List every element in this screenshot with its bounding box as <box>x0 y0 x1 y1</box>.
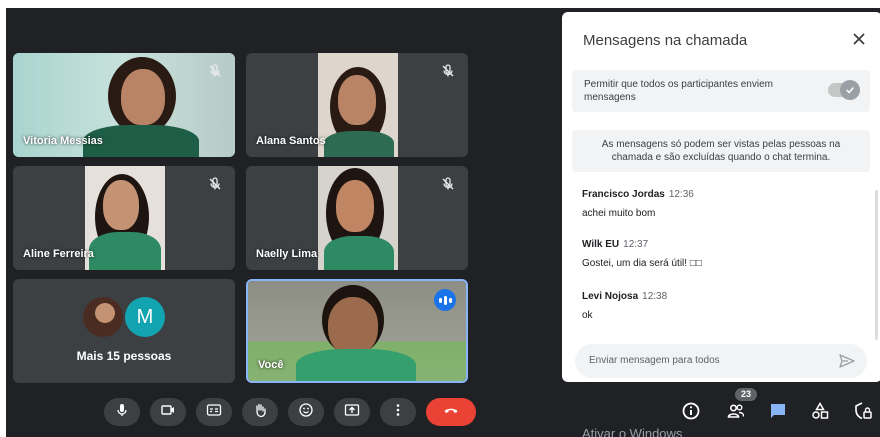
chat-scrollbar[interactable] <box>875 190 878 340</box>
message-text: Gostei, um dia será útil! □□ <box>582 258 702 269</box>
chat-input-placeholder: Enviar mensagem para todos <box>589 355 720 366</box>
captions-button[interactable] <box>196 398 232 426</box>
participant-video <box>318 166 398 270</box>
self-view-tile[interactable]: Você <box>246 279 468 383</box>
chat-message: Wilk EU 12:37 Gostei, um dia será útil! □… <box>582 234 852 269</box>
participant-tile-alana[interactable]: Alana Santos <box>246 53 468 157</box>
present-icon <box>344 402 360 423</box>
send-icon[interactable] <box>839 354 855 368</box>
close-icon[interactable] <box>850 30 868 48</box>
participant-video <box>85 166 165 270</box>
participant-name: Vitoria Messias <box>23 135 103 147</box>
chat-info-text: As mensagens só podem ser vistas pelas p… <box>601 139 841 163</box>
participant-tile-vitoria[interactable]: Vitoria Messias <box>13 53 235 157</box>
message-time: 12:36 <box>668 189 694 200</box>
mic-off-icon <box>207 176 223 192</box>
emoji-button[interactable] <box>288 398 324 426</box>
self-name: Você <box>258 359 284 371</box>
check-icon <box>840 80 860 100</box>
chat-message: Francisco Jordas 12:36 achei muito bom <box>582 184 852 219</box>
participant-tile-aline[interactable]: Aline Ferreira <box>13 166 235 270</box>
hang-up-button[interactable] <box>426 398 476 426</box>
speaking-indicator-icon <box>434 289 456 311</box>
chat-icon <box>768 401 788 426</box>
present-button[interactable] <box>334 398 370 426</box>
people-icon <box>726 401 746 426</box>
mic-icon <box>114 402 130 423</box>
chat-permission-toggle[interactable] <box>828 80 860 100</box>
message-sender: Levi Nojosa <box>582 291 639 302</box>
message-time: 12:37 <box>623 239 649 250</box>
mic-off-icon <box>207 63 223 79</box>
chat-panel-title: Mensagens na chamada <box>583 32 748 49</box>
avatar: M <box>125 297 165 337</box>
message-text: achei muito bom <box>582 208 656 219</box>
emoji-icon <box>298 402 314 423</box>
windows-activation-watermark: Ativar o Windows <box>582 426 683 437</box>
info-icon <box>681 401 701 426</box>
camera-icon <box>160 402 176 423</box>
activities-button[interactable] <box>809 401 831 426</box>
avatar-group: M <box>83 297 173 337</box>
participant-name: Alana Santos <box>256 135 326 147</box>
more-participants-tile[interactable]: M Mais 15 pessoas <box>13 279 235 383</box>
hang-up-icon <box>443 402 459 423</box>
avatar <box>83 297 123 337</box>
chat-message-input[interactable]: Enviar mensagem para todos <box>575 344 867 378</box>
host-controls-icon <box>853 401 873 426</box>
raise-hand-icon <box>252 402 268 423</box>
message-text: ok <box>582 310 593 321</box>
people-button[interactable] <box>725 402 747 424</box>
mic-button[interactable] <box>104 398 140 426</box>
host-controls-button[interactable] <box>852 401 874 426</box>
camera-button[interactable] <box>150 398 186 426</box>
mic-off-icon <box>440 176 456 192</box>
meeting-details-button[interactable] <box>680 402 702 424</box>
meeting-stage: Vitoria Messias Alana Santos Aline Ferre… <box>6 8 880 437</box>
captions-icon <box>206 402 222 423</box>
people-count-badge: 23 <box>735 388 757 401</box>
message-sender: Francisco Jordas <box>582 189 665 200</box>
more-participants-label: Mais 15 pessoas <box>76 349 172 363</box>
participant-name: Naelly Lima <box>256 248 318 260</box>
activities-icon <box>810 401 830 426</box>
chat-message: Levi Nojosa 12:38 ok <box>582 286 852 321</box>
chat-button[interactable] <box>767 402 789 424</box>
participant-name: Aline Ferreira <box>23 248 94 260</box>
more-options-button[interactable] <box>380 398 416 426</box>
participant-tile-naelly[interactable]: Naelly Lima <box>246 166 468 270</box>
chat-permission-setting: Permitir que todos os participantes envi… <box>572 70 870 112</box>
chat-permission-label: Permitir que todos os participantes envi… <box>584 79 773 103</box>
raise-hand-button[interactable] <box>242 398 278 426</box>
chat-info-notice: As mensagens só podem ser vistas pelas p… <box>572 130 870 172</box>
mic-off-icon <box>440 63 456 79</box>
participant-video <box>318 53 398 157</box>
more-options-icon <box>390 402 406 423</box>
chat-panel: Mensagens na chamada Permitir que todos … <box>562 12 880 382</box>
message-sender: Wilk EU <box>582 239 620 250</box>
message-time: 12:38 <box>642 291 668 302</box>
